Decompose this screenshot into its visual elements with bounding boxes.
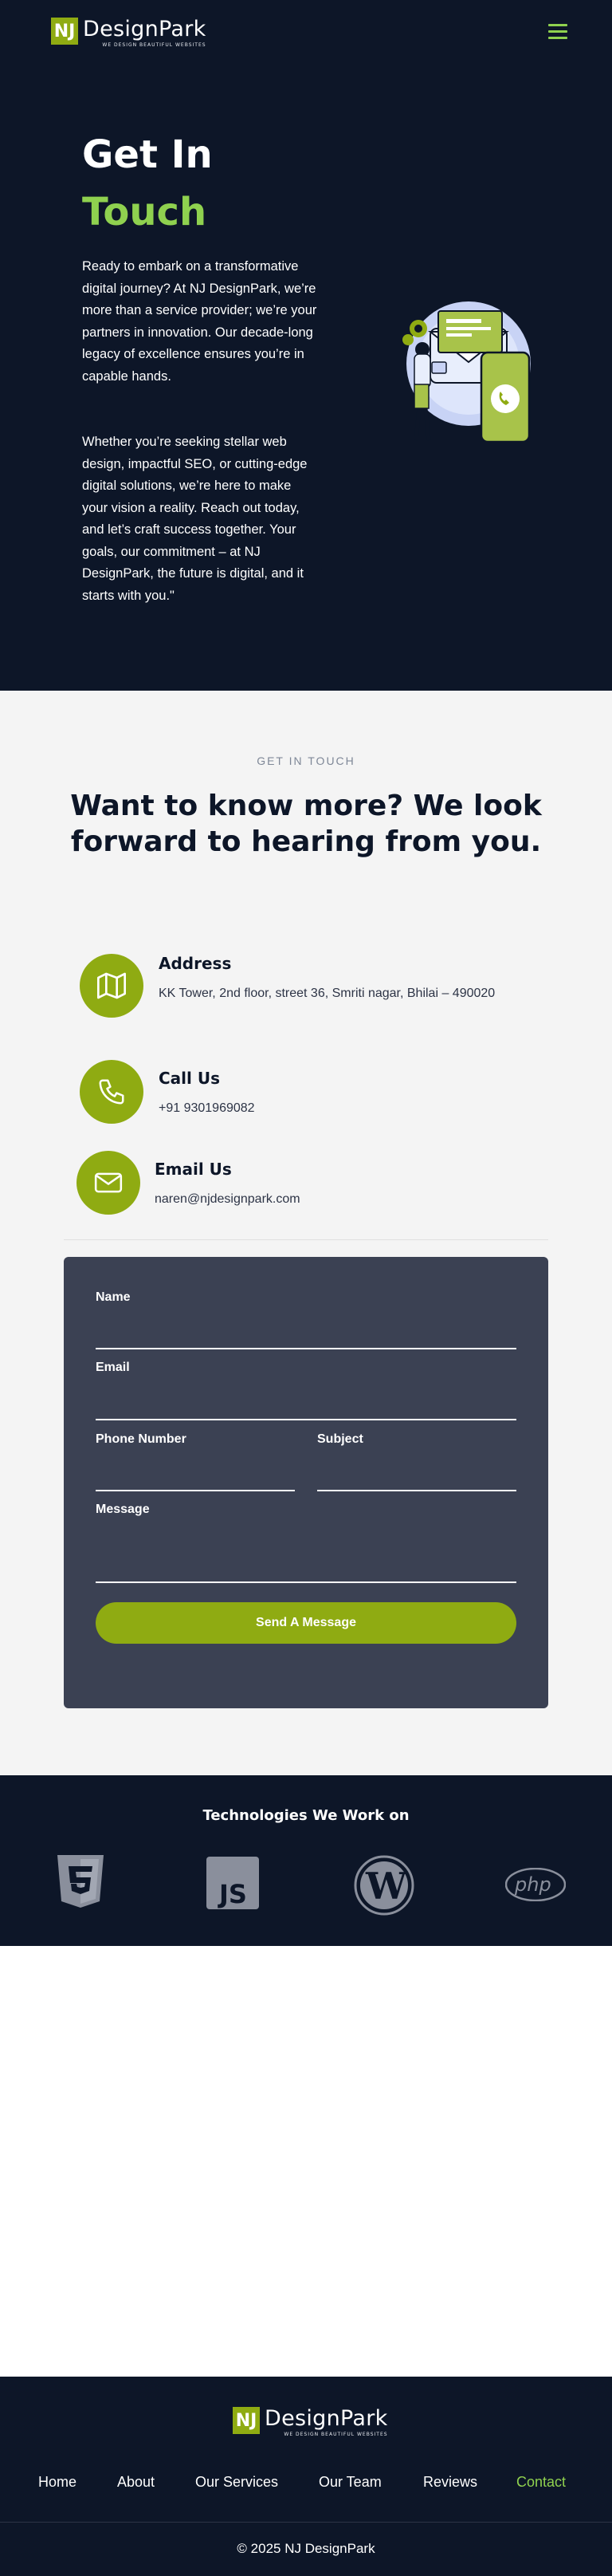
logo-tagline: WE DESIGN BEAUTIFUL WEBSITES [102,42,206,48]
call-text[interactable]: +91 9301969082 [159,1097,255,1119]
map-icon [80,954,143,1018]
send-message-button[interactable]: Send A Message [96,1602,516,1644]
footer-logo[interactable]: NJ DesignPark WE DESIGN BEAUTIFUL WEBSIT… [233,2407,388,2437]
subject-field[interactable] [317,1490,516,1491]
contact-form: Name Email Phone Number Subject Message … [64,1257,548,1708]
svg-text:JS: JS [218,1879,247,1909]
site-header: NJ DesignPark WE DESIGN BEAUTIFUL WEBSIT… [0,0,612,69]
hero-paragraph-1: Ready to embark on a transformative digi… [82,259,317,384]
footer-nav-team[interactable]: Our Team [319,2474,382,2491]
email-field[interactable] [96,1419,516,1420]
php-icon: php [505,1868,566,1901]
section-divider [64,1239,548,1240]
hero-paragraph-2: Whether you’re seeking stellar web desig… [82,435,308,603]
call-title: Call Us [159,1069,220,1088]
phone-field[interactable] [96,1490,295,1491]
javascript-icon: JS [206,1857,259,1909]
technologies-section: Technologies We Work on JS W php [0,1775,612,1946]
section-eyebrow: GET IN TOUCH [257,754,355,767]
footer-nav-home[interactable]: Home [38,2474,76,2491]
footer-nav-contact[interactable]: Contact [516,2474,566,2491]
footer-nav-about[interactable]: About [117,2474,155,2491]
hero-title-line2: Touch [82,190,207,234]
contact-section: GET IN TOUCH Want to know more? We look … [0,691,612,1775]
subject-label: Subject [317,1432,363,1446]
logo-name: DesignPark [83,17,206,41]
message-field[interactable] [96,1581,516,1583]
email-text[interactable]: naren@njdesignpark.com [155,1188,300,1210]
wordpress-icon: W [354,1855,414,1916]
phone-label: Phone Number [96,1432,186,1446]
email-label: Email [96,1361,130,1374]
site-footer: NJ DesignPark WE DESIGN BEAUTIFUL WEBSIT… [0,2377,612,2576]
svg-text:W: W [365,1865,408,1908]
svg-text:php: php [514,1873,551,1896]
footer-logo-tagline: WE DESIGN BEAUTIFUL WEBSITES [284,2432,388,2437]
address-title: Address [159,954,232,973]
email-title: Email Us [155,1160,232,1179]
footer-divider [0,2522,612,2523]
technologies-title: Technologies We Work on [202,1807,410,1824]
message-label: Message [96,1503,150,1516]
hero-section: Get In Touch Ready to embark on a transf… [0,69,612,691]
logo-initials: NJ [51,18,78,45]
footer-logo-name: DesignPark [265,2406,388,2431]
footer-nav-reviews[interactable]: Reviews [423,2474,477,2491]
name-label: Name [96,1290,131,1304]
hamburger-menu-icon[interactable] [548,24,569,41]
footer-logo-initials: NJ [233,2407,260,2434]
footer-nav-services[interactable]: Our Services [195,2474,278,2491]
contact-illustration-icon [402,301,531,443]
brand-logo[interactable]: NJ DesignPark WE DESIGN BEAUTIFUL WEBSIT… [51,18,206,48]
hero-title-line1: Get In [82,132,213,177]
mail-icon [76,1151,140,1215]
phone-icon [80,1060,143,1124]
css3-icon [57,1855,104,1908]
name-field[interactable] [96,1348,516,1349]
copyright-text: © 2025 NJ DesignPark [237,2541,375,2556]
contact-heading: Want to know more? We look forward to he… [70,790,542,858]
address-text: KK Tower, 2nd floor, street 36, Smriti n… [159,987,496,1000]
